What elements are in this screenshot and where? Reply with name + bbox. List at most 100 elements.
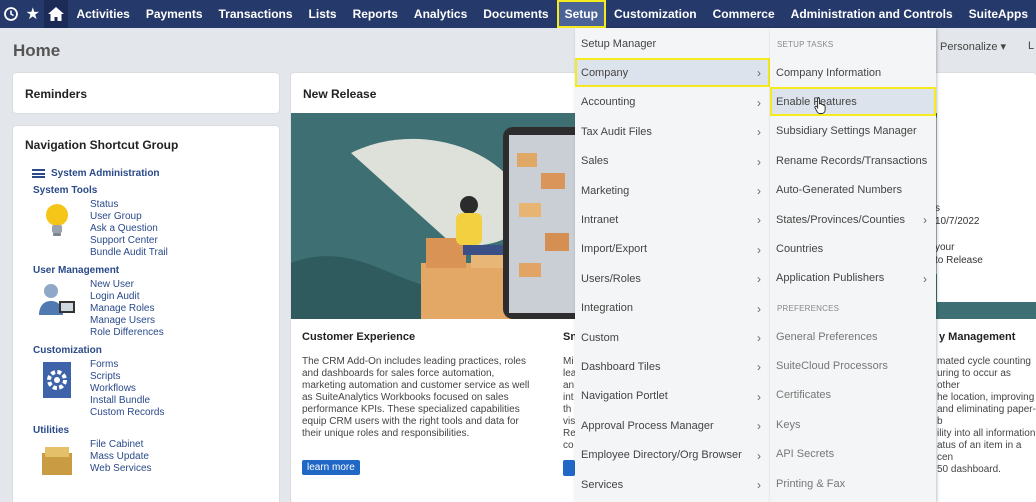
setup-menu-item[interactable]: Company ›: [575, 58, 770, 88]
preferences-submenu-item[interactable]: Certificates: [770, 381, 936, 410]
nav-analytics[interactable]: Analytics: [406, 0, 475, 28]
setup-menu-item[interactable]: Employee Directory/Org Browser ›: [575, 441, 770, 470]
chevron-right-icon: ›: [757, 213, 761, 228]
chevron-right-icon: ›: [757, 184, 761, 198]
reminders-title: Reminders: [25, 87, 88, 101]
customer-experience-title: Customer Experience: [302, 331, 416, 343]
nav-suiteapps[interactable]: SuiteApps: [961, 0, 1036, 28]
shortcut-link[interactable]: Mass Update: [90, 451, 152, 463]
second-learn-more-button[interactable]: [563, 460, 575, 476]
preferences-submenu-item[interactable]: Keys: [770, 410, 936, 439]
menu-item-label: SuiteCloud Processors: [776, 359, 888, 372]
setup-tasks-heading: SETUP TASKS: [777, 40, 834, 49]
learn-more-button[interactable]: learn more: [302, 460, 360, 475]
sysadmin-label: System Administration: [51, 168, 160, 179]
nav-lists[interactable]: Lists: [301, 0, 345, 28]
setup-menu-item[interactable]: Integration ›: [575, 294, 770, 323]
nav-activities[interactable]: Activities: [68, 0, 137, 28]
setup-menu-item[interactable]: Sales ›: [575, 147, 770, 176]
company-submenu-item[interactable]: Subsidiary Settings Manager: [770, 117, 936, 146]
company-submenu-item[interactable]: Auto-Generated Numbers: [770, 176, 936, 205]
nav-commerce[interactable]: Commerce: [705, 0, 783, 28]
chevron-right-icon: ›: [757, 95, 761, 110]
nav-reports[interactable]: Reports: [345, 0, 406, 28]
company-submenu-item[interactable]: Rename Records/Transactions: [770, 146, 936, 175]
setup-menu-item[interactable]: Services ›: [575, 470, 770, 499]
preferences-submenu-item[interactable]: General Preferences: [770, 322, 936, 351]
system-administration-link[interactable]: System Administration: [32, 168, 267, 179]
setup-menu-item[interactable]: Custom ›: [575, 323, 770, 352]
shortcut-link[interactable]: Login Audit: [90, 291, 164, 303]
chevron-right-icon: ›: [757, 66, 761, 81]
setup-menu-item[interactable]: Intranet ›: [575, 205, 770, 234]
release-peek-text: s 10/7/2022 your to Release: [935, 203, 983, 266]
setup-menu-item[interactable]: Import/Export ›: [575, 235, 770, 264]
setup-menu-item[interactable]: Approval Process Manager ›: [575, 411, 770, 440]
menu-item-label: General Preferences: [776, 330, 878, 343]
navigation-shortcut-portlet: Navigation Shortcut Group System Adminis…: [13, 126, 279, 502]
nav-customization[interactable]: Customization: [606, 0, 705, 28]
menu-item-label: Subsidiary Settings Manager: [776, 125, 917, 138]
shortcut-link[interactable]: Custom Records: [90, 407, 164, 419]
setup-menu-item[interactable]: Navigation Portlet ›: [575, 382, 770, 411]
chevron-right-icon: ›: [757, 448, 761, 463]
home-icon[interactable]: [43, 0, 69, 28]
shortcut-link[interactable]: Manage Roles: [90, 303, 164, 315]
shortcut-link[interactable]: New User: [90, 279, 164, 291]
nav-administration-and-controls[interactable]: Administration and Controls: [783, 0, 961, 28]
cabinet-icon: [33, 436, 81, 484]
setup-menu-item[interactable]: Marketing ›: [575, 176, 770, 205]
menu-item-label: Intranet: [581, 213, 619, 226]
menu-item-label: Accounting: [581, 96, 636, 109]
release-peek-panel: s 10/7/2022 your to Release: [935, 112, 1036, 302]
company-submenu-item[interactable]: Countries: [770, 234, 936, 263]
shortcut-link[interactable]: Workflows: [90, 383, 164, 395]
menu-item-label: Approval Process Manager: [581, 419, 714, 432]
setup-menu-item[interactable]: Dashboard Tiles ›: [575, 352, 770, 381]
hand-cursor-icon: [814, 97, 826, 114]
menu-item-label: Navigation Portlet: [581, 390, 668, 403]
menu-item-label: Employee Directory/Org Browser: [581, 449, 742, 462]
nav-payments[interactable]: Payments: [138, 0, 211, 28]
shortcut-link[interactable]: Forms: [90, 359, 164, 371]
nav-setup[interactable]: Setup: [556, 0, 606, 28]
preferences-submenu-item[interactable]: API Secrets: [770, 440, 936, 469]
star-icon[interactable]: ★: [22, 0, 44, 28]
menu-item-label: Certificates: [776, 389, 832, 402]
company-submenu-item[interactable]: States/Provinces/Counties ›: [770, 205, 936, 234]
layout-button[interactable]: L: [1028, 40, 1034, 52]
setup-menu-item[interactable]: Tax Audit Files ›: [575, 117, 770, 146]
shortcut-link[interactable]: User Group: [90, 211, 168, 223]
shortcut-link[interactable]: Scripts: [90, 371, 164, 383]
menu-item-label: API Secrets: [776, 448, 835, 461]
menu-item-label: Setup Manager: [581, 37, 657, 50]
shortcut-link[interactable]: Support Center: [90, 235, 168, 247]
chevron-right-icon: ›: [757, 301, 761, 316]
shortcut-link[interactable]: Status: [90, 199, 168, 211]
section-title: User Management: [33, 265, 120, 276]
personalize-button[interactable]: Personalize ▾: [940, 40, 1006, 53]
menu-item-label: Integration: [581, 302, 633, 315]
setup-menu-item[interactable]: Setup Manager: [575, 29, 770, 58]
shortcut-link[interactable]: Web Services: [90, 463, 152, 475]
preferences-submenu-item[interactable]: SuiteCloud Processors: [770, 351, 936, 380]
setup-menu-item[interactable]: Users/Roles ›: [575, 264, 770, 293]
nav-transactions[interactable]: Transactions: [211, 0, 301, 28]
shortcut-link[interactable]: Role Differences: [90, 327, 164, 339]
shortcut-link[interactable]: File Cabinet: [90, 439, 152, 451]
menu-item-label: Keys: [776, 418, 801, 431]
company-submenu-item[interactable]: Enable Features: [770, 87, 936, 117]
nav-documents[interactable]: Documents: [475, 0, 556, 28]
company-submenu-item[interactable]: Application Publishers ›: [770, 264, 936, 293]
company-submenu-item[interactable]: Company Information: [770, 58, 936, 87]
chevron-right-icon: ›: [757, 389, 761, 404]
shortcut-link[interactable]: Ask a Question: [90, 223, 168, 235]
shortcut-link[interactable]: Install Bundle: [90, 395, 164, 407]
shortcut-link[interactable]: Bundle Audit Trail: [90, 247, 168, 259]
recent-icon[interactable]: [0, 0, 22, 28]
preferences-submenu-item[interactable]: Printing & Fax: [770, 469, 936, 498]
setup-menu-item[interactable]: Accounting ›: [575, 88, 770, 117]
chevron-right-icon: ›: [757, 242, 761, 257]
section-title: Utilities: [33, 425, 70, 436]
shortcut-link[interactable]: Manage Users: [90, 315, 164, 327]
